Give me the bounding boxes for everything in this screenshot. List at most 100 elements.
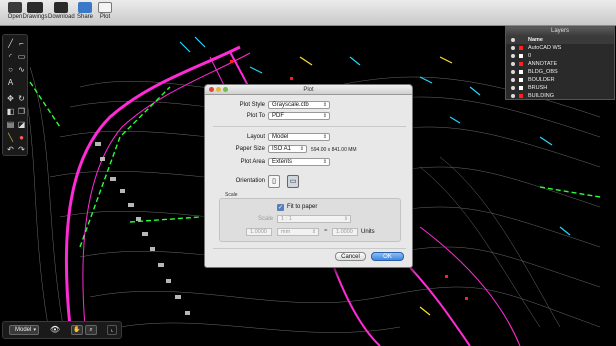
chevron-updown-icon: ⇕ bbox=[299, 146, 304, 152]
visibility-icon bbox=[511, 38, 515, 42]
chevron-updown-icon: ⇕ bbox=[311, 229, 316, 235]
app-window: Open Drawings Download Share Plot ╱ ⌐ ◜ … bbox=[0, 0, 616, 346]
chevron-updown-icon: ⇕ bbox=[343, 216, 348, 222]
equals-sign: = bbox=[324, 228, 328, 234]
layer-color-swatch[interactable] bbox=[519, 46, 523, 50]
scale-right-field[interactable]: 1.0000 bbox=[332, 228, 358, 236]
layer-item[interactable]: BUILDING bbox=[506, 92, 614, 100]
plot-style-label: Plot Style bbox=[239, 102, 265, 108]
scale-tool-icon[interactable]: ◧ bbox=[6, 107, 15, 116]
layer-color-swatch[interactable] bbox=[519, 94, 523, 98]
download-button[interactable]: Download bbox=[48, 2, 75, 24]
bottom-control-bar: Model ▾ 👁 ✋ ⌕ ⌞ bbox=[2, 321, 122, 339]
visibility-icon[interactable] bbox=[511, 54, 515, 58]
layer-item[interactable]: AutoCAD WS bbox=[506, 44, 614, 52]
layer-item[interactable]: 0 bbox=[506, 52, 614, 60]
mirror-tool-icon[interactable]: ◪ bbox=[17, 120, 26, 129]
close-icon[interactable] bbox=[209, 87, 214, 92]
layer-color-swatch[interactable] bbox=[519, 86, 523, 90]
layer-item[interactable]: BRUSH bbox=[506, 84, 614, 92]
rotate-tool-icon[interactable]: ↻ bbox=[17, 94, 26, 103]
redo-icon[interactable]: ↷ bbox=[17, 145, 26, 154]
scale-left-field[interactable]: 1.0000 bbox=[246, 228, 272, 236]
layer-item[interactable]: BLDG_OBS bbox=[506, 68, 614, 76]
scale-label: Scale bbox=[258, 216, 274, 222]
chevron-updown-icon: ⇕ bbox=[322, 102, 327, 108]
drawings-icon bbox=[27, 2, 43, 13]
pan-hand-icon[interactable]: ✋ bbox=[71, 325, 83, 335]
color-tool-icon[interactable]: ● bbox=[17, 133, 26, 142]
paper-size-dimensions: 594.00 x 841.00 MM bbox=[311, 147, 357, 153]
zoom-window-icon[interactable] bbox=[223, 87, 228, 92]
visibility-icon[interactable] bbox=[511, 94, 515, 98]
plot-area-select[interactable]: Extents ⇕ bbox=[268, 158, 330, 166]
fit-to-paper-checkbox[interactable]: ✓ bbox=[277, 204, 284, 211]
visibility-icon[interactable] bbox=[511, 78, 515, 82]
units-label: Units bbox=[361, 229, 375, 235]
erase-tool-icon[interactable]: ▤ bbox=[6, 120, 15, 129]
plot-to-select[interactable]: PDF ⇕ bbox=[268, 112, 330, 120]
layers-header: Name bbox=[506, 36, 614, 44]
divider bbox=[213, 126, 406, 127]
arc-tool-icon[interactable]: ◜ bbox=[6, 52, 15, 61]
folder-icon bbox=[8, 2, 22, 13]
orientation-label: Orientation bbox=[235, 178, 265, 184]
text-tool-icon[interactable]: A bbox=[6, 78, 15, 87]
dialog-title: Plot bbox=[303, 87, 314, 93]
measure-tool-icon[interactable]: ╲ bbox=[6, 133, 15, 142]
corner-frame-icon[interactable]: ⌞ bbox=[107, 325, 117, 335]
scale-unit-select[interactable]: mm ⇕ bbox=[277, 228, 319, 236]
undo-icon[interactable]: ↶ bbox=[6, 145, 15, 154]
paper-size-label: Paper Size bbox=[235, 146, 265, 152]
layer-item[interactable]: ANNOTATE bbox=[506, 60, 614, 68]
visibility-icon[interactable] bbox=[511, 46, 515, 50]
layer-color-swatch[interactable] bbox=[519, 78, 523, 82]
download-icon bbox=[54, 2, 68, 13]
minimize-icon[interactable] bbox=[216, 87, 221, 92]
circle-tool-icon[interactable]: ○ bbox=[6, 65, 15, 74]
divider bbox=[213, 248, 406, 249]
chevron-down-icon: ▾ bbox=[33, 327, 36, 333]
paper-size-select[interactable]: ISO A1 ⇕ bbox=[268, 145, 307, 153]
chevron-updown-icon: ⇕ bbox=[322, 134, 327, 140]
scale-ratio-select[interactable]: 1 : 1 ⇕ bbox=[277, 215, 351, 223]
visibility-icon[interactable] bbox=[511, 86, 515, 90]
ok-button[interactable]: OK bbox=[371, 252, 404, 261]
layers-panel: Layers Name AutoCAD WS 0 ANNOTATE BLDG_O… bbox=[505, 26, 615, 100]
spline-tool-icon[interactable]: ∿ bbox=[17, 65, 26, 74]
move-tool-icon[interactable]: ✥ bbox=[6, 94, 15, 103]
scale-group: ✓ Fit to paper Scale 1 : 1 ⇕ 1.0000 mm ⇕… bbox=[219, 198, 401, 242]
layout-label: Layout bbox=[246, 134, 265, 140]
rectangle-tool-icon[interactable]: ▭ bbox=[17, 52, 26, 61]
chevron-updown-icon: ⇕ bbox=[322, 159, 327, 165]
polyline-tool-icon[interactable]: ⌐ bbox=[17, 39, 26, 48]
layout-select[interactable]: Model ⇕ bbox=[268, 133, 330, 141]
fit-to-paper-label: Fit to paper bbox=[287, 204, 318, 210]
copy-tool-icon[interactable]: ❐ bbox=[17, 107, 26, 116]
drawings-button[interactable]: Drawings bbox=[22, 2, 48, 24]
zoom-icon[interactable]: ⌕ bbox=[85, 325, 97, 335]
plot-style-select[interactable]: Grayscale.ctb ⇕ bbox=[268, 101, 330, 109]
portrait-orientation-icon[interactable]: ▯ bbox=[268, 175, 280, 188]
landscape-orientation-icon[interactable]: ▭ bbox=[287, 175, 299, 188]
visibility-icon[interactable] bbox=[511, 62, 515, 66]
layer-item[interactable]: BOULDER bbox=[506, 76, 614, 84]
layout-select[interactable]: Model ▾ bbox=[9, 325, 39, 335]
view-eye-icon[interactable]: 👁 bbox=[47, 325, 63, 335]
layer-color-swatch[interactable] bbox=[519, 70, 523, 74]
plot-icon bbox=[98, 2, 112, 13]
chevron-updown-icon: ⇕ bbox=[322, 113, 327, 119]
plot-button[interactable]: Plot bbox=[92, 2, 118, 24]
line-tool-icon[interactable]: ╱ bbox=[6, 39, 15, 48]
dialog-titlebar: Plot bbox=[205, 85, 412, 95]
share-icon bbox=[78, 2, 92, 13]
layer-color-swatch[interactable] bbox=[519, 54, 523, 58]
layer-color-swatch[interactable] bbox=[519, 62, 523, 66]
cancel-button[interactable]: Cancel bbox=[335, 252, 366, 261]
plot-area-label: Plot Area bbox=[240, 159, 265, 165]
plot-to-label: Plot To bbox=[246, 113, 265, 119]
visibility-icon[interactable] bbox=[511, 70, 515, 74]
tool-palette: ╱ ⌐ ◜ ▭ ○ ∿ A ✥ ↻ ◧ ❐ ▤ ◪ ╲ ● ↶ ↷ bbox=[2, 34, 28, 156]
layers-panel-title: Layers bbox=[506, 27, 614, 36]
main-toolbar: Open Drawings Download Share Plot bbox=[0, 0, 616, 26]
